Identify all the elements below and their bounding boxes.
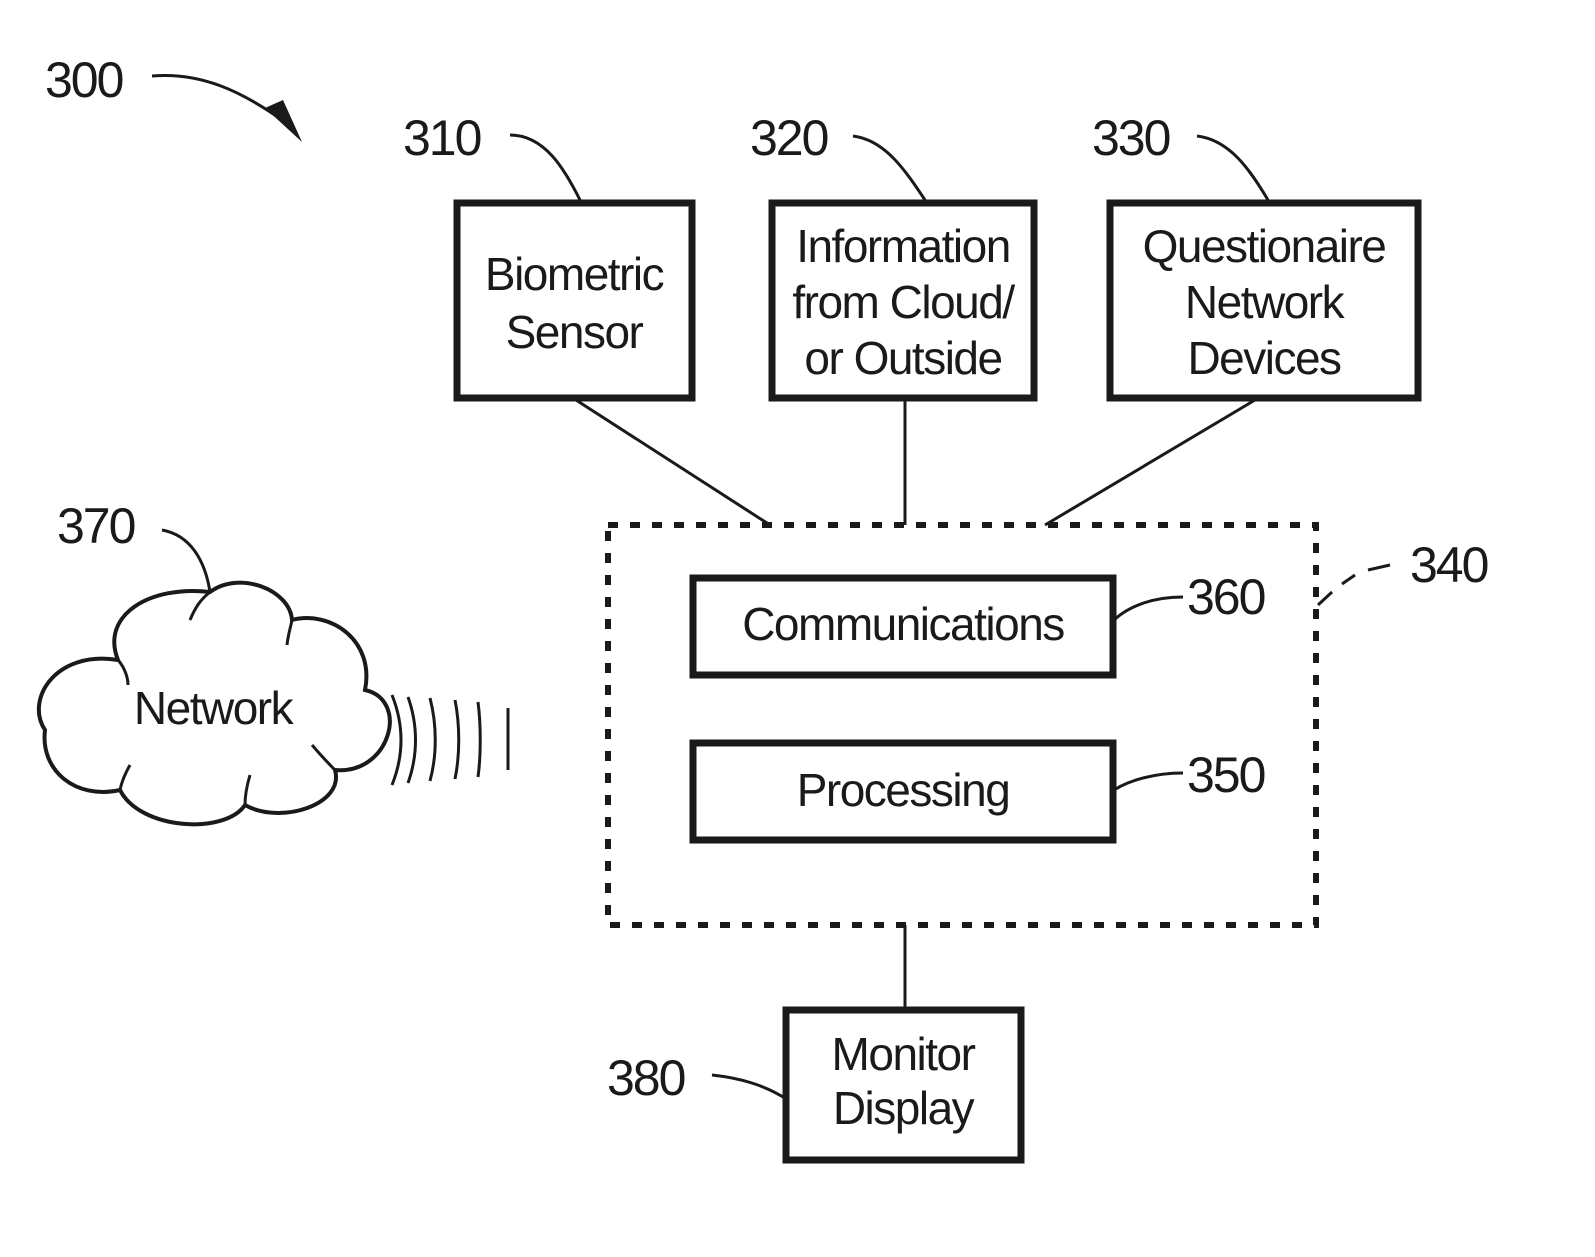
ref-370: 370	[57, 498, 135, 554]
information-cloud-line-2: from Cloud/	[792, 276, 1015, 328]
leader-380	[711, 1073, 789, 1102]
figure-ref-300: 300	[45, 52, 123, 108]
questionnaire-devices-block: 330 Questionaire Network Devices	[1092, 110, 1422, 402]
biometric-sensor-block: 310 Biometric Sensor	[403, 110, 696, 402]
leader-340	[1316, 563, 1391, 607]
information-cloud-line-3: or Outside	[804, 332, 1001, 384]
communications-label: Communications	[742, 598, 1064, 650]
device-block: 340 Communications 360 Processing 350	[605, 522, 1490, 928]
information-cloud-line-1: Information	[796, 220, 1010, 272]
leader-370	[161, 528, 212, 593]
monitor-display-line-2: Display	[833, 1082, 975, 1134]
ref-330: 330	[1092, 110, 1170, 166]
questionnaire-devices-line-3: Devices	[1187, 332, 1341, 384]
ref-310: 310	[403, 110, 481, 166]
monitor-display-block: Monitor Display 380	[607, 1006, 1025, 1164]
ref-380: 380	[607, 1050, 685, 1106]
biometric-sensor-line-1: Biometric	[485, 248, 664, 300]
questionnaire-devices-line-2: Network	[1185, 276, 1346, 328]
leader-330	[1196, 134, 1270, 201]
connector-310-340	[575, 398, 771, 527]
biometric-sensor-line-2: Sensor	[506, 306, 644, 358]
figure-arrow-head	[265, 100, 302, 142]
ref-360: 360	[1187, 569, 1265, 625]
questionnaire-devices-line-1: Questionaire	[1143, 220, 1386, 272]
network-label: Network	[134, 682, 295, 734]
monitor-display-line-1: Monitor	[832, 1028, 976, 1080]
connector-330-340	[1044, 398, 1256, 527]
figure-arrow-shaft	[151, 73, 286, 124]
ref-340: 340	[1410, 537, 1488, 593]
system-diagram: 300 310 Biometric Sensor 320 Information…	[36, 52, 1490, 1164]
processing-label: Processing	[797, 764, 1010, 816]
wireless-signal-icon	[390, 694, 510, 786]
leader-360	[1112, 595, 1184, 622]
ref-320: 320	[750, 110, 828, 166]
biometric-sensor-box	[453, 199, 696, 402]
ref-350: 350	[1187, 747, 1265, 803]
leader-350	[1113, 771, 1184, 792]
leader-320	[852, 134, 927, 201]
network-block: 370 Network	[36, 498, 510, 827]
information-cloud-block: 320 Information from Cloud/ or Outside	[750, 110, 1038, 402]
leader-310	[509, 133, 582, 201]
